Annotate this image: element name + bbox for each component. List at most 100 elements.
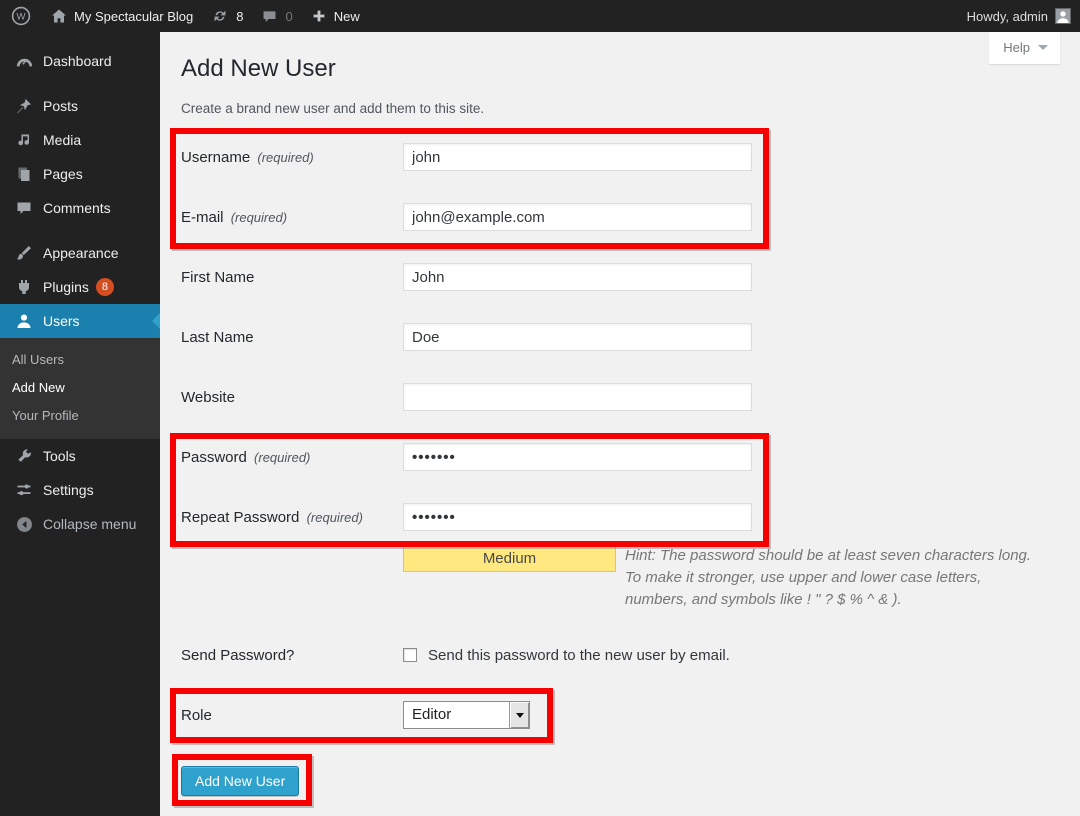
sidebar-item-comments[interactable]: Comments — [0, 191, 160, 225]
last-name-row: Last Name — [181, 323, 1061, 351]
wordpress-logo-icon: W — [11, 6, 31, 26]
repeat-password-row: Repeat Password (required) — [181, 503, 1061, 531]
add-new-user-button[interactable]: Add New User — [181, 766, 299, 796]
my-account-menu[interactable]: Howdy, admin — [958, 0, 1080, 32]
sidebar-item-label: Collapse menu — [43, 516, 136, 532]
pushpin-icon — [14, 96, 34, 116]
email-label: E-mail (required) — [181, 209, 403, 226]
website-input[interactable] — [403, 383, 752, 411]
media-icon — [14, 130, 34, 150]
page-subtitle: Create a brand new user and add them to … — [181, 101, 1080, 116]
update-icon — [211, 7, 229, 25]
new-label: New — [334, 9, 360, 24]
sidebar-item-label: Media — [43, 132, 81, 148]
sidebar-item-media[interactable]: Media — [0, 123, 160, 157]
comments-menu[interactable]: 0 — [252, 0, 301, 32]
avatar — [1055, 8, 1071, 24]
site-name-menu[interactable]: My Spectacular Blog — [42, 0, 202, 32]
admin-bar: W My Spectacular Blog 8 0 New Howdy, adm… — [0, 0, 1080, 32]
sidebar-item-label: Tools — [43, 448, 76, 464]
site-name: My Spectacular Blog — [74, 9, 193, 24]
password-strength-area: Medium Hint: The password should be at l… — [403, 545, 1035, 611]
email-row: E-mail (required) — [181, 203, 1061, 231]
wrench-icon — [14, 446, 34, 466]
required-note: (required) — [231, 210, 287, 225]
website-label: Website — [181, 389, 403, 406]
new-menu[interactable]: New — [302, 0, 369, 32]
role-row: Role Editor — [181, 701, 1061, 729]
help-label: Help — [1003, 40, 1030, 55]
username-input[interactable] — [403, 143, 752, 171]
plugins-update-badge: 8 — [96, 278, 114, 296]
comment-bubble-icon — [261, 8, 278, 25]
password-label: Password (required) — [181, 449, 403, 466]
current-menu-arrow-icon — [152, 313, 160, 329]
howdy-text: Howdy, admin — [967, 9, 1048, 24]
username-label: Username (required) — [181, 149, 403, 166]
sidebar-item-label: Dashboard — [43, 53, 112, 69]
submenu-item-your-profile[interactable]: Your Profile — [0, 402, 160, 430]
submenu-item-add-new[interactable]: Add New — [0, 374, 160, 402]
username-row: Username (required) — [181, 143, 1061, 171]
updates-menu[interactable]: 8 — [202, 0, 252, 32]
svg-text:W: W — [17, 12, 26, 23]
sidebar-item-label: Settings — [43, 482, 94, 498]
password-hint: Hint: The password should be at least se… — [625, 547, 1031, 608]
sidebar-item-label: Appearance — [43, 245, 119, 261]
sidebar-item-posts[interactable]: Posts — [0, 89, 160, 123]
plug-icon — [14, 277, 34, 297]
update-count: 8 — [236, 9, 243, 24]
sidebar-item-label: Pages — [43, 166, 83, 182]
users-icon — [14, 311, 34, 331]
dashboard-icon — [14, 51, 34, 71]
password-input[interactable] — [403, 443, 752, 471]
required-note: (required) — [254, 450, 310, 465]
sidebar-item-settings[interactable]: Settings — [0, 473, 160, 507]
role-select[interactable]: Editor — [403, 701, 530, 729]
sidebar-item-label: Posts — [43, 98, 78, 114]
repeat-password-label: Repeat Password (required) — [181, 509, 403, 526]
admin-sidebar: Dashboard Posts Media Pages Commen — [0, 32, 160, 816]
sidebar-item-users[interactable]: Users — [0, 304, 160, 338]
select-dropdown-arrow-icon[interactable] — [509, 702, 529, 728]
sidebar-item-label: Plugins — [43, 279, 89, 295]
sidebar-item-plugins[interactable]: Plugins 8 — [0, 270, 160, 304]
home-icon — [51, 8, 67, 24]
email-input[interactable] — [403, 203, 752, 231]
last-name-input[interactable] — [403, 323, 752, 351]
last-name-label: Last Name — [181, 329, 403, 346]
paintbrush-icon — [14, 243, 34, 263]
required-note: (required) — [257, 150, 313, 165]
users-submenu: All Users Add New Your Profile — [0, 338, 160, 439]
sidebar-item-tools[interactable]: Tools — [0, 439, 160, 473]
sidebar-item-pages[interactable]: Pages — [0, 157, 160, 191]
help-button[interactable]: Help — [989, 32, 1060, 64]
wordpress-logo-menu[interactable]: W — [0, 0, 42, 32]
sidebar-item-label: Users — [43, 313, 80, 329]
first-name-input[interactable] — [403, 263, 752, 291]
repeat-password-input[interactable] — [403, 503, 752, 531]
main-content: Help Add New User Create a brand new use… — [160, 32, 1080, 816]
submit-row: Add New User — [181, 766, 1061, 796]
send-password-label: Send Password? — [181, 647, 403, 664]
plus-icon — [311, 8, 327, 24]
first-name-row: First Name — [181, 263, 1061, 291]
page-title: Add New User — [160, 32, 1080, 83]
send-password-checkbox[interactable] — [403, 648, 417, 662]
menu-separator — [0, 78, 160, 89]
password-strength-meter: Medium — [403, 545, 616, 572]
comments-icon — [14, 198, 34, 218]
menu-separator — [0, 225, 160, 236]
send-password-row: Send Password? Send this password to the… — [181, 641, 1061, 669]
sidebar-item-appearance[interactable]: Appearance — [0, 236, 160, 270]
chevron-down-icon — [1038, 45, 1048, 50]
submenu-item-all-users[interactable]: All Users — [0, 346, 160, 374]
sidebar-item-label: Comments — [43, 200, 111, 216]
sidebar-item-dashboard[interactable]: Dashboard — [0, 44, 160, 78]
role-selected-value: Editor — [404, 702, 509, 728]
collapse-menu-button[interactable]: Collapse menu — [0, 507, 160, 541]
website-row: Website — [181, 383, 1061, 411]
role-label: Role — [181, 707, 403, 724]
password-row: Password (required) — [181, 443, 1061, 471]
pages-icon — [14, 164, 34, 184]
